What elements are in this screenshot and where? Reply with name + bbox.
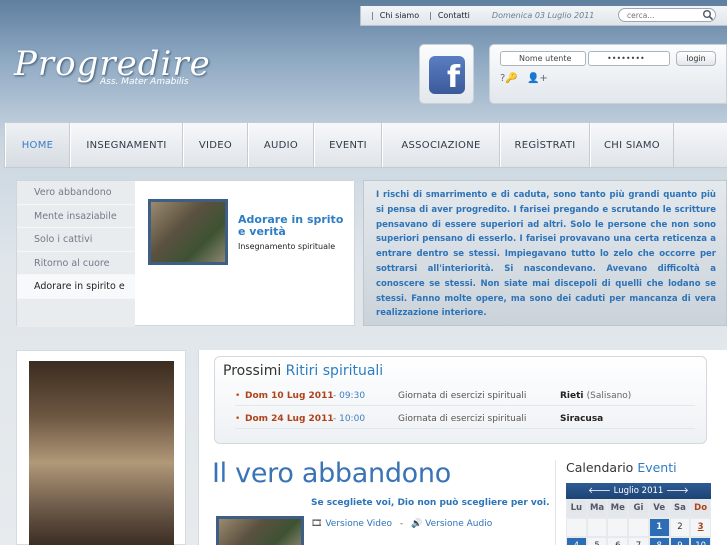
nav-video[interactable]: VIDEO bbox=[183, 123, 248, 167]
calendar-day[interactable]: 4 bbox=[566, 537, 587, 545]
calendar-day[interactable]: 10 bbox=[690, 537, 711, 545]
calendar-day[interactable]: 2 bbox=[669, 518, 691, 537]
prev-month-icon[interactable]: 🡐 bbox=[588, 486, 611, 496]
calendar-day[interactable]: 6 bbox=[607, 537, 629, 545]
weekday-header: Sa bbox=[669, 499, 691, 518]
article-subtitle: Se scegliete voi, Dio non può scegliere … bbox=[311, 498, 550, 508]
weekday-header: Ve bbox=[648, 499, 670, 518]
weekday-header: Me bbox=[607, 499, 629, 518]
separator: - bbox=[399, 519, 404, 529]
event-time: - 09:30 bbox=[333, 391, 366, 401]
calendar-title: Calendario Eventi bbox=[566, 460, 677, 475]
upcoming-retreats: Prossimi Ritiri spirituali • Dom 10 Lug … bbox=[214, 356, 707, 444]
event-row[interactable]: • Dom 24 Lug 2011 - 10:00 Giornata di es… bbox=[235, 409, 695, 429]
bullet-icon: • bbox=[235, 391, 241, 401]
calendar-day[interactable]: 5 bbox=[586, 537, 608, 545]
calendar-day bbox=[607, 518, 629, 537]
facebook-box: f bbox=[419, 44, 474, 104]
calendar-month: Luglio 2011 bbox=[613, 486, 664, 496]
weekday-header: Gi bbox=[628, 499, 649, 518]
event-row[interactable]: • Dom 10 Lug 2011 - 09:30 Giornata di es… bbox=[235, 386, 695, 406]
calendar-day bbox=[566, 518, 587, 537]
username-placeholder: Nome utente bbox=[519, 54, 572, 63]
calendar-day[interactable]: 9 bbox=[669, 537, 691, 545]
event-desc: Giornata di esercizi spirituali bbox=[398, 391, 527, 401]
weekday-header: Ma bbox=[586, 499, 608, 518]
calendar-header: 🡐 Luglio 2011 🡒 bbox=[566, 483, 711, 499]
main-nav: HOME INSEGNAMENTI VIDEO AUDIO EVENTI ASS… bbox=[4, 122, 727, 168]
login-panel: Nome utente •••••••• login ?🔑 👤+ bbox=[489, 44, 727, 104]
weekday-header: Do bbox=[690, 499, 711, 518]
event-place: Rieti (Salisano) bbox=[560, 386, 631, 406]
next-month-icon[interactable]: 🡒 bbox=[666, 486, 689, 496]
featured-list: Vero abbandono Mente insaziabile Solo i … bbox=[17, 181, 135, 327]
contatti-link[interactable]: Contatti bbox=[438, 11, 470, 20]
calendar-day-event[interactable]: 3 bbox=[690, 518, 711, 537]
featured-thumbnail[interactable] bbox=[148, 199, 228, 265]
calendar-title-highlight: Eventi bbox=[637, 460, 677, 475]
nav-registrati[interactable]: REGÌSTRATI bbox=[500, 123, 590, 167]
event-time: - 10:00 bbox=[333, 414, 366, 424]
current-date: Domenica 03 Luglio 2011 bbox=[491, 11, 595, 20]
quote-text: I rischi di smarrimento e di caduta, son… bbox=[363, 180, 727, 326]
event-date: Dom 10 Lug 2011 bbox=[245, 391, 334, 401]
separator: | bbox=[371, 11, 374, 20]
nav-associazione[interactable]: ASSOCIAZIONE bbox=[382, 123, 500, 167]
featured-item[interactable]: Mente insaziabile bbox=[17, 205, 135, 228]
calendar-day[interactable]: 8 bbox=[648, 537, 670, 545]
featured-slider: Vero abbandono Mente insaziabile Solo i … bbox=[16, 180, 355, 327]
featured-subtitle: Insegnamento spirituale bbox=[238, 242, 336, 251]
nav-insegnamenti[interactable]: INSEGNAMENTI bbox=[70, 123, 183, 167]
event-date: Dom 24 Lug 2011 bbox=[245, 414, 334, 424]
retreats-title: Prossimi Ritiri spirituali bbox=[223, 363, 383, 379]
weekday-header: Lu bbox=[566, 499, 587, 518]
help-key-icon[interactable]: ?🔑 bbox=[500, 73, 518, 84]
bullet-icon: • bbox=[235, 414, 241, 424]
password-field[interactable]: •••••••• bbox=[588, 51, 670, 66]
calendar-day[interactable]: 1 bbox=[648, 518, 670, 537]
username-field[interactable]: Nome utente bbox=[500, 51, 586, 66]
logo-subtitle: Ass. Mater Amabilis bbox=[100, 77, 189, 87]
audio-icon: 🔊 bbox=[411, 519, 423, 529]
crucifix-image bbox=[29, 361, 174, 545]
calendar-day bbox=[628, 518, 649, 537]
event-place-note: (Salisano) bbox=[586, 391, 632, 401]
event-city: Rieti bbox=[560, 391, 584, 401]
side-image-box bbox=[16, 350, 186, 545]
audio-version-link[interactable]: Versione Audio bbox=[425, 519, 492, 529]
retreats-title-highlight: Ritiri spirituali bbox=[285, 363, 384, 379]
video-version-link[interactable]: Versione Video bbox=[325, 519, 392, 529]
facebook-icon[interactable]: f bbox=[429, 56, 465, 94]
featured-item[interactable]: Vero abbandono bbox=[17, 181, 135, 205]
calendar-day[interactable]: 7 bbox=[628, 537, 649, 545]
featured-title[interactable]: Adorare in sprito e verità bbox=[238, 214, 348, 238]
site-logo[interactable]: Progredire Ass. Mater Amabilis bbox=[14, 44, 211, 87]
featured-item-active[interactable]: Adorare in spirito e bbox=[17, 275, 135, 299]
featured-item[interactable]: Ritorno al cuore bbox=[17, 252, 135, 275]
separator: | bbox=[429, 11, 432, 20]
retreats-title-plain: Prossimi bbox=[223, 363, 282, 379]
calendar-grid: Lu Ma Me Gi Ve Sa Do 1 2 3 4 5 6 7 8 9 1… bbox=[566, 499, 711, 545]
event-place: Siracusa bbox=[560, 409, 603, 429]
search-icon[interactable] bbox=[702, 9, 714, 21]
nav-chi-siamo[interactable]: CHI SIAMO bbox=[590, 123, 674, 167]
article-thumbnail[interactable] bbox=[216, 516, 304, 545]
chi-siamo-link[interactable]: Chi siamo bbox=[380, 11, 419, 20]
login-button[interactable]: login bbox=[676, 51, 716, 66]
calendar-day bbox=[586, 518, 608, 537]
featured-item[interactable]: Solo i cattivi bbox=[17, 228, 135, 252]
article-versions: 🎞 Versione Video - 🔊 Versione Audio bbox=[311, 519, 492, 529]
film-icon: 🎞 bbox=[311, 519, 323, 529]
login-help-icons: ?🔑 👤+ bbox=[500, 73, 548, 84]
nav-audio[interactable]: AUDIO bbox=[248, 123, 314, 167]
add-user-icon[interactable]: 👤+ bbox=[527, 73, 548, 84]
article-title[interactable]: Il vero abbandono bbox=[212, 458, 451, 489]
event-desc: Giornata di esercizi spirituali bbox=[398, 414, 527, 424]
calendar-title-plain: Calendario bbox=[566, 460, 634, 475]
nav-home[interactable]: HOME bbox=[5, 123, 70, 167]
password-value: •••••••• bbox=[607, 54, 645, 63]
event-city: Siracusa bbox=[560, 414, 604, 424]
nav-eventi[interactable]: EVENTI bbox=[314, 123, 382, 167]
